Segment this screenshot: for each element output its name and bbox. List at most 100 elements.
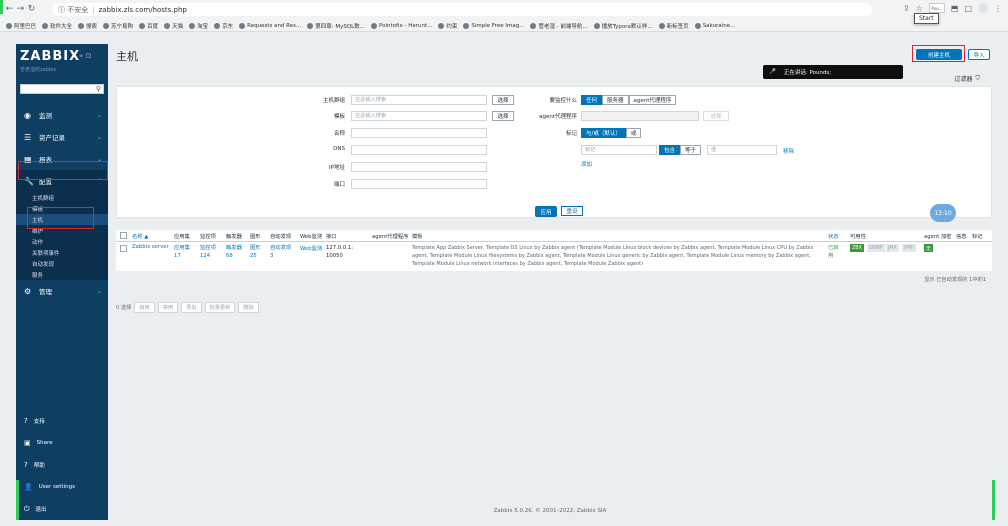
back-icon[interactable]: ← xyxy=(4,4,15,14)
bookmark-item[interactable]: 百度 xyxy=(139,22,158,30)
template-select-button[interactable]: 选择 xyxy=(492,111,514,121)
enable-button[interactable]: 启用 xyxy=(134,302,155,313)
host-group-select-button[interactable]: 选择 xyxy=(492,95,514,105)
submenu-item[interactable]: 动作 xyxy=(16,236,108,247)
web-link[interactable]: Web监测 xyxy=(300,244,322,252)
bookmark-item[interactable]: Requests and Res... xyxy=(239,23,301,29)
ip-input[interactable] xyxy=(351,162,487,172)
bookmark-item[interactable]: 播放Typora默认样... xyxy=(593,22,653,30)
extension-icon[interactable]: ⬒ xyxy=(951,4,959,13)
submenu-item[interactable]: 服务 xyxy=(16,269,108,280)
bottom-item[interactable]: ▣ Share xyxy=(16,432,108,454)
tag-equals[interactable]: 等于 xyxy=(680,145,702,155)
bookmark-item[interactable]: 淘宝 xyxy=(189,22,208,30)
mass-update-button[interactable]: 批量更新 xyxy=(204,302,236,313)
collapse-icon[interactable]: « ⊡ xyxy=(79,52,91,60)
filter-icon: ⛉ xyxy=(975,74,980,82)
bookmark-item[interactable]: 苏宁易购 xyxy=(103,22,133,30)
bottom-item[interactable]: ? 支持 xyxy=(16,410,108,432)
template-input[interactable]: 在此输入搜索 xyxy=(351,111,487,121)
avatar[interactable] xyxy=(978,3,988,13)
highlight-create xyxy=(912,45,965,62)
tag-name-input[interactable]: 标记 xyxy=(581,145,657,155)
submenu-item[interactable]: 自动发现 xyxy=(16,258,108,269)
monitored-server[interactable]: 服务器 xyxy=(602,95,629,105)
bookmark-item[interactable]: 天猫 xyxy=(164,22,183,30)
window-icon[interactable]: □ xyxy=(964,4,972,13)
proxy-select-button[interactable]: 选择 xyxy=(703,111,729,121)
proxy-input[interactable] xyxy=(581,111,699,121)
port-input[interactable] xyxy=(351,179,487,189)
items-link[interactable]: 监控项 124 xyxy=(200,244,222,260)
filter-tab[interactable]: 过滤器 ⛉ xyxy=(954,74,980,84)
bookmark-item[interactable]: 新标签页 xyxy=(658,22,689,30)
address-bar[interactable]: ⓘ 不安全 | zabbix.zls.com/hosts.php xyxy=(52,3,872,16)
delete-button[interactable]: 删除 xyxy=(238,302,259,313)
profile-chip[interactable]: Pou... xyxy=(928,3,945,13)
bottom-item-label: User settings xyxy=(38,484,75,490)
bookmark-item[interactable]: 软件大全 xyxy=(42,22,72,30)
menu-icon[interactable]: ⋮ xyxy=(994,4,1002,13)
bookmark-item[interactable]: 京东 xyxy=(214,22,233,30)
monitored-proxy[interactable]: agent代理程序 xyxy=(628,95,677,105)
bottom-item[interactable]: 👤 User settings xyxy=(16,476,108,498)
share-icon[interactable]: ⇪ xyxy=(903,4,910,13)
tag-or[interactable]: 或 xyxy=(625,128,642,138)
disable-button[interactable]: 禁用 xyxy=(157,302,179,313)
tag-operator-group: 与/或（默认） 或 xyxy=(581,128,642,138)
zabbix-logo[interactable]: ZABBIX xyxy=(20,49,80,64)
monitored-any[interactable]: 任何 xyxy=(581,95,603,105)
name-input[interactable] xyxy=(351,128,487,138)
bookmark-item[interactable]: 阿里巴巴 xyxy=(6,22,36,30)
graphs-link[interactable]: 图形 25 xyxy=(250,244,266,260)
sidebar-search-input[interactable]: ⚲ xyxy=(20,84,104,94)
select-all-checkbox[interactable] xyxy=(120,232,127,239)
bottom-item[interactable]: ⏻ 退出 xyxy=(16,498,108,520)
dns-input[interactable] xyxy=(351,145,487,155)
row-checkbox[interactable] xyxy=(120,245,127,252)
bookmark-item[interactable]: 搜索 xyxy=(78,22,97,30)
bookmark-item[interactable]: 管老湿 - 前端导航... xyxy=(530,22,588,30)
tag-value-input[interactable]: 值 xyxy=(707,145,777,155)
status-link[interactable]: 已启用 xyxy=(828,244,842,260)
tag-add-link[interactable]: 添加 xyxy=(581,160,592,168)
tag-remove-link[interactable]: 移除 xyxy=(783,147,794,155)
bookmark-item[interactable]: 第四章: MySQL数... xyxy=(307,22,365,30)
apps-link[interactable]: 应用集 17 xyxy=(174,244,192,260)
host-group-input[interactable]: 在此输入搜索 xyxy=(351,95,487,105)
import-button[interactable]: 导入 xyxy=(968,49,990,60)
bookmark-label: 新标签页 xyxy=(666,24,689,30)
apply-button[interactable]: 应用 xyxy=(535,206,557,217)
bookmark-item[interactable]: Pointofix - Herunt... xyxy=(370,23,432,29)
menu-inventory[interactable]: ☰ 资产记录 ⌄ xyxy=(16,126,108,148)
submenu-item[interactable]: 关联项事件 xyxy=(16,247,108,258)
tag-contains[interactable]: 包含 xyxy=(659,145,681,155)
host-group-label: 主机群组 xyxy=(322,98,345,104)
list-icon: ☰ xyxy=(24,132,32,142)
hosts-table: 名称 ▲ 应用集 监控项 触发器 图形 自动发现 Web监测 接口 agent代… xyxy=(116,230,992,283)
submenu-item[interactable]: 主机群组 xyxy=(16,192,108,203)
triggers-link[interactable]: 触发器 68 xyxy=(226,244,246,260)
menu-monitoring[interactable]: ◉ 监测 ⌄ xyxy=(16,104,108,126)
reset-button[interactable]: 重设 xyxy=(561,206,583,216)
bookmark-item[interactable]: 约束 xyxy=(438,22,457,30)
bookmark-icon xyxy=(164,23,171,29)
bottom-item[interactable]: ? 帮助 xyxy=(16,454,108,476)
bookmark-label: 天猫 xyxy=(172,24,184,30)
host-name-link[interactable]: Zabbix server xyxy=(132,244,169,250)
bookmark-item[interactable]: Sakuraine... xyxy=(694,23,735,29)
search-icon[interactable]: ⚲ xyxy=(96,85,101,93)
templates-list[interactable]: Template App Zabbix Server, Template OS … xyxy=(412,244,820,268)
col-name[interactable]: 名称 ▲ xyxy=(132,232,148,240)
col-status[interactable]: 状态 xyxy=(828,232,839,240)
star-icon[interactable]: ☆ xyxy=(916,4,923,13)
export-button[interactable]: 导出 xyxy=(181,302,202,313)
reload-icon[interactable]: ↻ xyxy=(26,4,37,14)
menu-administration[interactable]: ⚙ 管理 ⌄ xyxy=(16,280,108,302)
filter-panel: 主机群组 在此输入搜索 选择 模板 在此输入搜索 选择 名称 DNS IP地址 … xyxy=(116,86,992,218)
ipmi-badge: IPMI xyxy=(902,244,916,252)
forward-icon[interactable]: → xyxy=(15,4,26,14)
discovery-link[interactable]: 自动发现 3 xyxy=(270,244,292,260)
tag-and-or[interactable]: 与/或（默认） xyxy=(581,128,626,138)
bookmark-item[interactable]: Simple Free Imag... xyxy=(463,23,524,29)
